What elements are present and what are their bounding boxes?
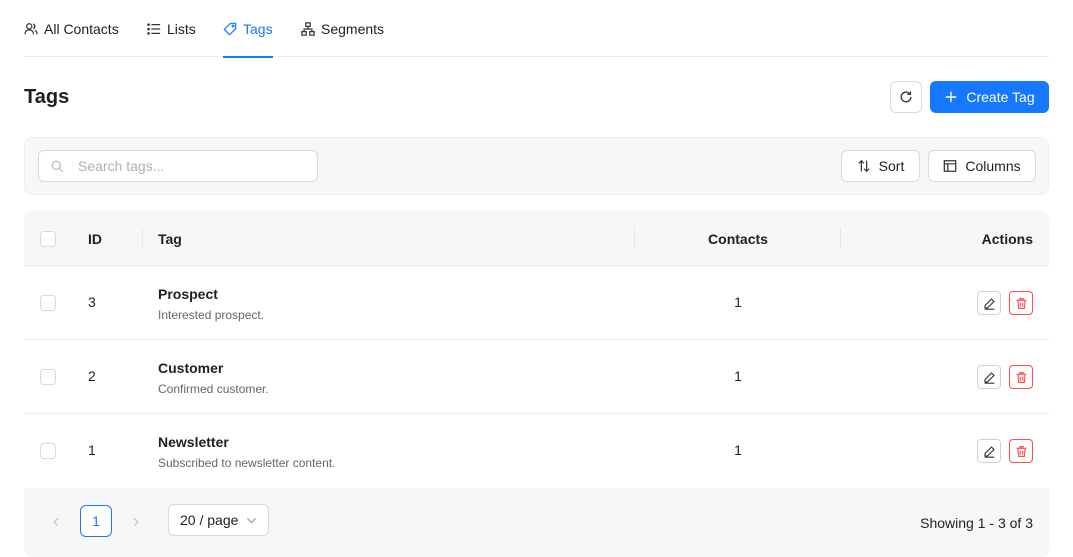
edit-button[interactable] [977, 365, 1001, 389]
tag-name[interactable]: Newsletter [158, 434, 335, 450]
chevron-down-icon [247, 517, 257, 523]
table-row: 1 Newsletter Subscribed to newsletter co… [24, 414, 1049, 488]
row-contacts: 1 [734, 368, 742, 384]
select-all-checkbox[interactable] [40, 230, 56, 247]
page-size-select[interactable]: 20 / page [168, 504, 269, 536]
trash-icon [1016, 445, 1026, 457]
chevron-left-icon [53, 517, 59, 527]
search-icon [51, 160, 64, 172]
plus-icon [946, 91, 957, 103]
trash-icon [1016, 371, 1026, 383]
tab-label: All Contacts [44, 20, 119, 37]
sort-button[interactable]: Sort [841, 150, 920, 182]
tag-description: Subscribed to newsletter content. [158, 456, 336, 470]
tag-description: Confirmed customer. [158, 382, 269, 396]
select-all-cell [40, 211, 56, 266]
pagination-summary: Showing 1 - 3 of 3 [920, 515, 1033, 531]
next-page-button[interactable] [126, 512, 146, 532]
page-number-current[interactable]: 1 [80, 505, 112, 537]
edit-icon [983, 371, 995, 384]
sort-label: Sort [878, 158, 905, 174]
edit-icon [983, 297, 995, 310]
edit-button[interactable] [977, 291, 1001, 315]
tab-tags[interactable]: Tags [223, 0, 273, 58]
sort-icon [857, 159, 870, 173]
header-contacts[interactable]: Contacts [635, 211, 841, 266]
row-id: 3 [88, 294, 96, 310]
tags-table: ID Tag Contacts Actions 3 Prospect Inter… [24, 211, 1049, 557]
tab-label: Tags [243, 20, 273, 37]
prev-page-button[interactable] [46, 512, 66, 532]
contacts-icon [24, 22, 38, 34]
delete-button[interactable] [1009, 439, 1033, 463]
tab-all-contacts[interactable]: All Contacts [24, 0, 119, 57]
tab-bar: All Contacts Lists Tags Segments [24, 0, 1049, 58]
columns-button[interactable]: Columns [928, 150, 1036, 182]
tab-lists[interactable]: Lists [147, 0, 196, 57]
row-checkbox[interactable] [40, 295, 56, 311]
row-checkbox[interactable] [40, 443, 56, 459]
create-tag-label: Create Tag [966, 89, 1035, 105]
row-id: 1 [88, 442, 96, 458]
refresh-icon [900, 91, 912, 103]
table-footer: 1 20 / page Showing 1 - 3 of 3 [24, 488, 1049, 557]
edit-icon [983, 445, 995, 458]
header-tag[interactable]: Tag [158, 211, 182, 266]
tag-cell: Newsletter Subscribed to newsletter cont… [158, 434, 335, 470]
row-contacts: 1 [734, 442, 742, 458]
segments-icon [301, 21, 315, 36]
row-id: 2 [88, 368, 96, 384]
column-divider [840, 227, 841, 249]
row-contacts: 1 [734, 294, 742, 310]
row-checkbox[interactable] [40, 369, 56, 385]
search-input[interactable] [78, 158, 298, 174]
chevron-right-icon [133, 517, 139, 527]
trash-icon [1016, 297, 1026, 309]
delete-button[interactable] [1009, 365, 1033, 389]
tab-segments[interactable]: Segments [301, 0, 384, 57]
tag-cell: Prospect Interested prospect. [158, 286, 264, 322]
edit-button[interactable] [977, 439, 1001, 463]
columns-label: Columns [965, 158, 1021, 174]
header-id[interactable]: ID [88, 211, 102, 266]
tag-description: Interested prospect. [158, 308, 265, 322]
tag-name[interactable]: Prospect [158, 286, 264, 302]
tag-name[interactable]: Customer [158, 360, 269, 376]
delete-button[interactable] [1009, 291, 1033, 315]
refresh-button[interactable] [890, 81, 922, 113]
column-divider [142, 227, 143, 249]
page-size-value: 20 / page [180, 512, 239, 528]
create-tag-button[interactable]: Create Tag [930, 81, 1049, 113]
page-title: Tags [24, 86, 70, 108]
table-toolbar: Sort Columns [24, 137, 1049, 195]
tag-icon [223, 22, 237, 36]
tag-cell: Customer Confirmed customer. [158, 360, 269, 396]
header-actions: Actions [981, 230, 1033, 247]
table-header: ID Tag Contacts Actions [24, 211, 1049, 266]
table-row: 3 Prospect Interested prospect. 1 [24, 266, 1049, 340]
table-row: 2 Customer Confirmed customer. 1 [24, 340, 1049, 414]
tab-label: Lists [167, 20, 196, 37]
columns-icon [944, 160, 957, 172]
tab-label: Segments [321, 20, 385, 37]
list-icon [147, 22, 161, 35]
search-box [38, 150, 318, 182]
